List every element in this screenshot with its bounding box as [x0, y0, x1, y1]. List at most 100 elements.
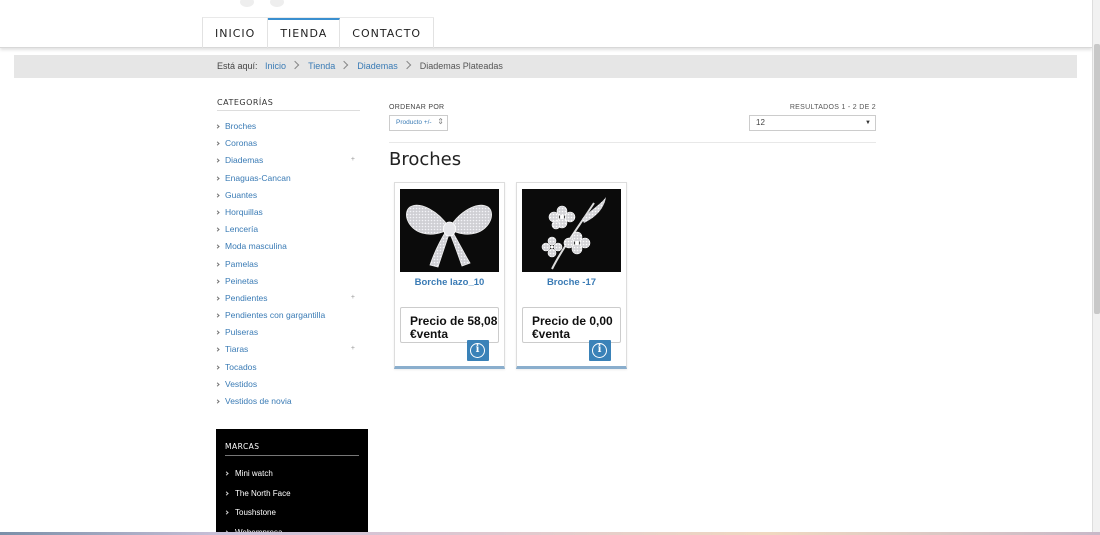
- breadcrumb-label: Está aquí:: [217, 61, 258, 71]
- content-divider: [389, 142, 876, 143]
- chevron-right-icon: [224, 490, 229, 496]
- category-label: Moda masculina: [225, 241, 287, 252]
- breadcrumb-link-diademas[interactable]: Diademas: [357, 61, 398, 71]
- info-icon: i: [592, 343, 607, 358]
- flower-brooch-icon: [541, 197, 606, 270]
- expand-icon[interactable]: +: [351, 345, 355, 352]
- product-image-bow-brooch[interactable]: [400, 189, 499, 272]
- sidebar-item-category[interactable]: Horquillas: [215, 206, 361, 224]
- sidebar-item-category[interactable]: Peinetas: [215, 275, 361, 293]
- expand-icon[interactable]: +: [351, 156, 355, 163]
- main-menu: INICIO TIENDA CONTACTO: [202, 17, 435, 49]
- sidebar-item-category[interactable]: Guantes: [215, 189, 361, 207]
- sort-select[interactable]: Producto +/- ⇕: [389, 115, 448, 131]
- product-price: Precio de 58,08 €venta: [410, 314, 498, 341]
- product-name-link[interactable]: Borche lazo_10: [395, 277, 504, 288]
- chevron-right-icon: [215, 158, 220, 163]
- category-label: Guantes: [225, 189, 258, 200]
- top-navigation-bar: INICIO TIENDA CONTACTO: [0, 0, 1092, 49]
- chevron-right-icon: [215, 296, 220, 301]
- nav-item-tienda[interactable]: TIENDA: [268, 18, 341, 49]
- chevron-right-icon: [340, 60, 349, 70]
- sidebar-item-category[interactable]: Pendientes +: [215, 292, 361, 310]
- product-image-flower-brooch[interactable]: [522, 189, 621, 272]
- sidebar-item-category[interactable]: Lencería: [215, 224, 361, 241]
- product-card: Borche lazo_10 Precio de 58,08 €venta i: [394, 182, 505, 369]
- category-label: Coronas: [225, 138, 258, 149]
- sort-label: ORDENAR POR: [389, 104, 445, 111]
- breadcrumb: Está aquí: Inicio Tienda Diademas Diademas …: [217, 60, 503, 71]
- sidebar-item-category[interactable]: Tiaras +: [215, 344, 361, 361]
- expand-icon[interactable]: +: [351, 294, 355, 301]
- brand-item[interactable]: Toushstone: [224, 508, 291, 528]
- sidebar-item-category[interactable]: Moda masculina: [215, 241, 361, 258]
- vertical-scrollbar[interactable]: [1092, 0, 1100, 535]
- sidebar-item-category[interactable]: Pulseras: [215, 327, 361, 344]
- brand-label: The North Face: [235, 488, 291, 498]
- chevron-right-icon: [215, 347, 220, 353]
- sort-arrows-icon: ⇕: [437, 117, 444, 126]
- brands-divider: [225, 455, 359, 456]
- category-label: Tiaras: [225, 344, 249, 355]
- categories-title: CATEGORÍAS: [217, 98, 274, 107]
- category-label: Lencería: [225, 224, 259, 235]
- category-label: Broches: [225, 121, 257, 131]
- chevron-right-icon: [215, 382, 220, 387]
- sidebar-item-category[interactable]: Vestidos de novia: [215, 396, 361, 413]
- page-title: Broches: [389, 149, 462, 170]
- per-page-value: 12: [756, 118, 765, 127]
- sidebar-item-category[interactable]: Pendientes con gargantilla: [215, 310, 361, 327]
- sidebar-item-category[interactable]: Pamelas: [215, 258, 361, 276]
- site-logo[interactable]: [240, 0, 310, 7]
- chevron-right-icon: [224, 471, 229, 476]
- category-label: Diademas: [225, 155, 264, 166]
- chevron-right-icon: [215, 365, 220, 370]
- sidebar-item-category[interactable]: Vestidos: [215, 378, 361, 396]
- chevron-right-icon: [215, 330, 220, 335]
- category-label: Vestidos de novia: [225, 396, 292, 406]
- nav-item-contacto[interactable]: CONTACTO: [340, 18, 435, 49]
- chevron-right-icon: [215, 175, 220, 181]
- chevron-right-icon: [215, 124, 220, 129]
- sidebar-item-category[interactable]: Diademas +: [215, 155, 361, 172]
- breadcrumb-bar: Está aquí: Inicio Tienda Diademas Diademas …: [14, 55, 1077, 78]
- breadcrumb-link-tienda[interactable]: Tienda: [308, 61, 335, 71]
- price-box: Precio de 58,08 €venta: [400, 307, 499, 343]
- dropdown-arrow-icon: ▼: [865, 120, 871, 126]
- brand-label: Mini watch: [235, 469, 273, 478]
- chevron-right-icon: [215, 227, 220, 232]
- brands-list: Mini watchThe North FaceToushstoneWebemp…: [224, 469, 291, 535]
- chevron-right-icon: [215, 141, 220, 146]
- categories-list: Broches Coronas Diademas + Enaguas-Cancan Gua…: [215, 121, 361, 413]
- info-icon: i: [470, 343, 485, 358]
- product-price: Precio de 0,00 €venta: [532, 314, 613, 341]
- brand-label: Toushstone: [235, 508, 276, 517]
- category-label: Vestidos: [225, 378, 258, 389]
- scrollbar-thumb[interactable]: [1094, 44, 1100, 314]
- product-details-button[interactable]: i: [589, 340, 611, 361]
- nav-item-inicio[interactable]: INICIO: [203, 18, 269, 49]
- product-details-button[interactable]: i: [467, 340, 489, 361]
- category-label: Horquillas: [225, 206, 263, 217]
- product-name-link[interactable]: Broche -17: [517, 277, 626, 288]
- sidebar-item-category[interactable]: Tocados: [215, 361, 361, 379]
- brand-item[interactable]: The North Face: [224, 488, 291, 509]
- per-page-select[interactable]: 12 ▼: [749, 115, 876, 131]
- breadcrumb-current: Diademas Plateadas: [419, 61, 503, 71]
- results-count: RESULTADOS 1 - 2 DE 2: [789, 104, 876, 111]
- sidebar-item-category[interactable]: Broches: [215, 121, 361, 138]
- chevron-right-icon: [215, 193, 220, 198]
- breadcrumb-link-inicio[interactable]: Inicio: [265, 61, 286, 71]
- category-label: Peinetas: [225, 275, 259, 286]
- category-label: Pendientes: [225, 292, 268, 303]
- sidebar-item-category[interactable]: Enaguas-Cancan: [215, 173, 361, 190]
- brand-item[interactable]: Mini watch: [224, 469, 291, 489]
- category-label: Tocados: [225, 361, 257, 372]
- chevron-right-icon: [215, 399, 220, 404]
- category-label: Pamelas: [225, 258, 259, 269]
- sidebar-item-category[interactable]: Coronas: [215, 138, 361, 155]
- product-card: Broche -17 Precio de 0,00 €venta i: [516, 182, 627, 369]
- price-box: Precio de 0,00 €venta: [522, 307, 621, 343]
- chevron-right-icon: [215, 210, 220, 215]
- chevron-right-icon: [215, 313, 220, 318]
